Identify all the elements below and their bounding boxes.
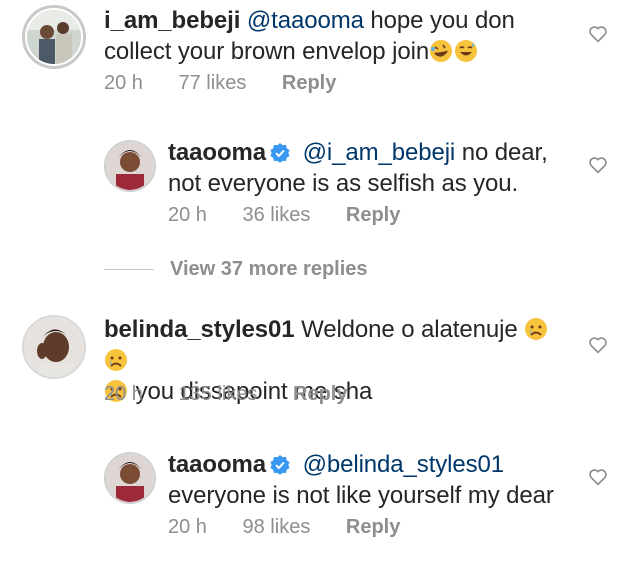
avatar-photo — [106, 454, 154, 502]
timestamp: 20 h — [168, 204, 207, 226]
timestamp: 20 h — [104, 72, 143, 94]
avatar-photo — [106, 142, 154, 190]
verified-badge-icon — [270, 140, 290, 163]
avatar[interactable] — [104, 452, 156, 504]
username[interactable]: i_am_bebeji — [104, 7, 240, 34]
like-heart-icon[interactable] — [588, 25, 608, 43]
comment-2: belinda_styles01 Weldone o alatenuje you… — [0, 310, 640, 420]
grin-sweat-emoji — [454, 39, 478, 63]
comment-meta: 20 h 135 likes Reply — [104, 383, 377, 406]
avatar[interactable] — [22, 315, 86, 379]
mention-link[interactable]: @taaooma — [247, 7, 364, 34]
comment-text: i_am_bebeji @taaooma hope you don collec… — [104, 5, 584, 67]
reply-button[interactable]: Reply — [293, 383, 347, 405]
comment-text: taaooma @i_am_bebeji no dear, not everyo… — [168, 137, 568, 199]
comment-meta: 20 h 36 likes Reply — [168, 204, 430, 227]
likes-count[interactable]: 135 likes — [179, 383, 258, 405]
avatar-photo — [27, 10, 81, 64]
comment-meta: 20 h 98 likes Reply — [168, 516, 430, 539]
reply-button[interactable]: Reply — [282, 72, 336, 94]
mention-link[interactable]: @belinda_styles01 — [303, 451, 505, 478]
comment-meta: 20 h 77 likes Reply — [104, 72, 366, 95]
avatar-photo — [24, 317, 84, 377]
reply-button[interactable]: Reply — [346, 516, 400, 538]
view-more-replies-button[interactable]: View 37 more replies — [104, 258, 368, 281]
avatar[interactable] — [104, 140, 156, 192]
reply-comment-1: taaooma @i_am_bebeji no dear, not everyo… — [0, 130, 640, 240]
like-heart-icon[interactable] — [588, 336, 608, 354]
crying-emoji — [524, 317, 548, 341]
username[interactable]: belinda_styles01 — [104, 316, 295, 343]
username[interactable]: taaooma — [168, 451, 266, 478]
username[interactable]: taaooma — [168, 139, 266, 166]
reply-comment-2: taaooma @belinda_styles01 everyone is no… — [0, 442, 640, 552]
comment-body: everyone is not like yourself my dear — [168, 482, 554, 509]
crying-emoji — [104, 348, 128, 372]
view-more-label[interactable]: View 37 more replies — [170, 258, 368, 280]
like-heart-icon[interactable] — [588, 468, 608, 486]
likes-count[interactable]: 98 likes — [243, 516, 311, 538]
comment-1: i_am_bebeji @taaooma hope you don collec… — [0, 0, 640, 110]
likes-count[interactable]: 36 likes — [243, 204, 311, 226]
rofl-emoji — [429, 39, 453, 63]
comment-body: Weldone o alatenuje — [294, 316, 518, 343]
timestamp: 20 h — [168, 516, 207, 538]
avatar[interactable] — [22, 5, 86, 69]
mention-link[interactable]: @i_am_bebeji — [303, 139, 456, 166]
likes-count[interactable]: 77 likes — [179, 72, 247, 94]
divider-line — [104, 269, 154, 271]
verified-badge-icon — [270, 452, 290, 475]
timestamp: 20 h — [104, 383, 143, 405]
comment-text: taaooma @belinda_styles01 everyone is no… — [168, 449, 568, 511]
reply-button[interactable]: Reply — [346, 204, 400, 226]
like-heart-icon[interactable] — [588, 156, 608, 174]
